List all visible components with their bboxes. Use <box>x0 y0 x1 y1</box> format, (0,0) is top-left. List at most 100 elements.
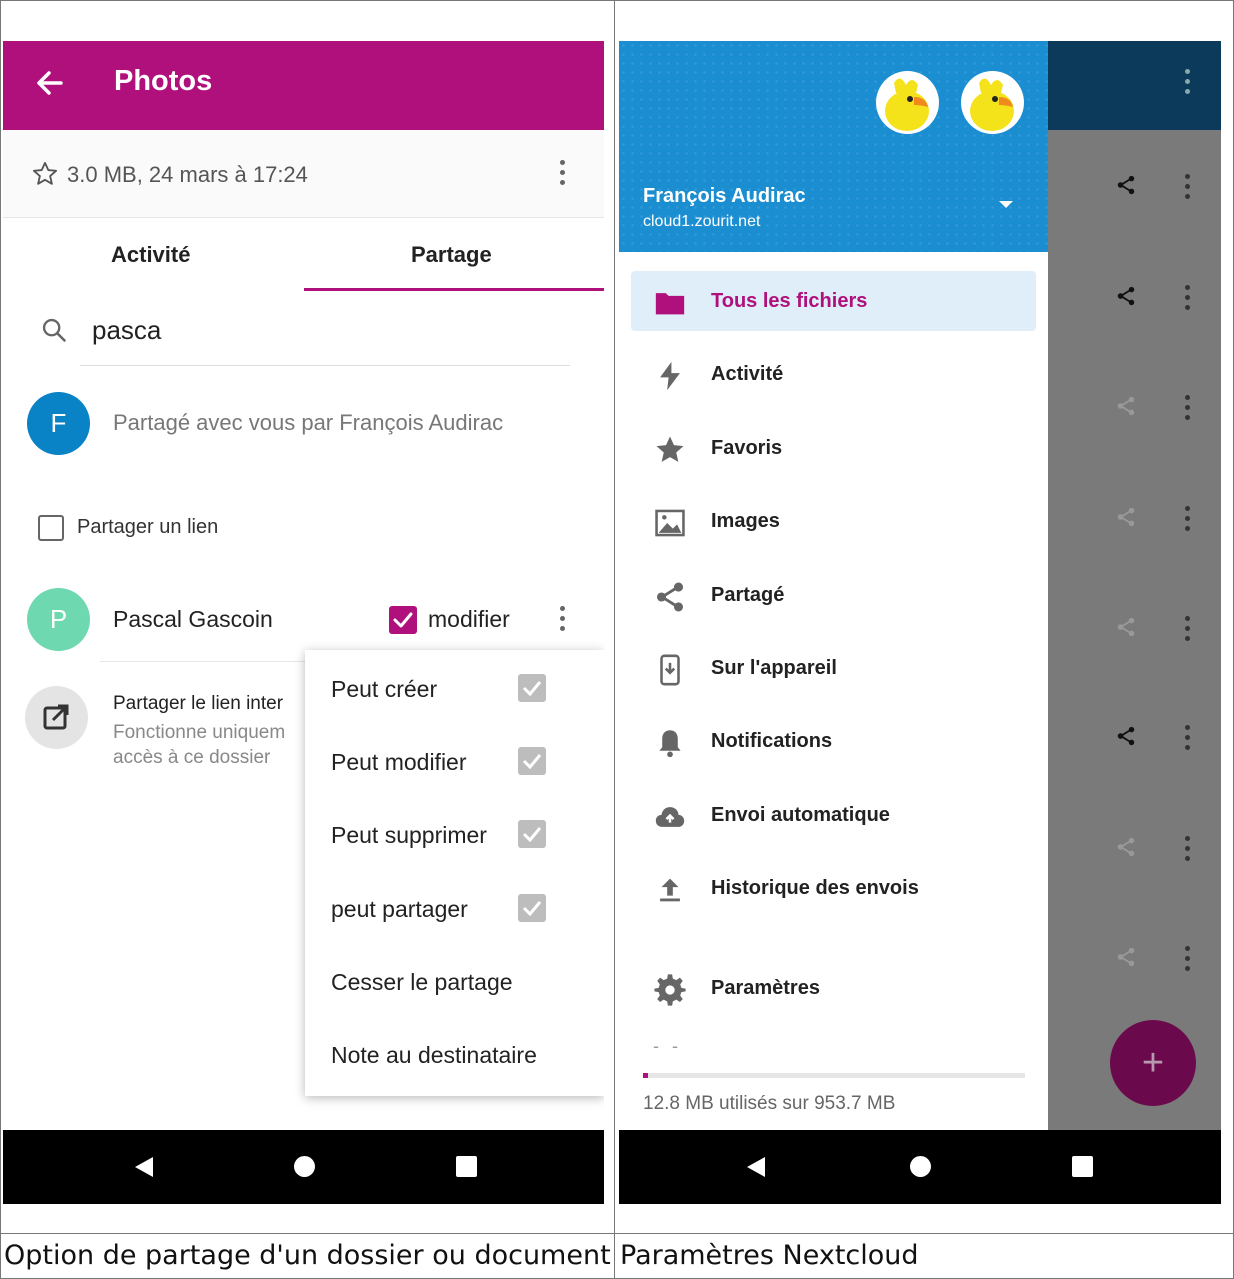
cloud-upload-icon <box>653 800 687 834</box>
folder-icon <box>653 286 687 320</box>
quota-text: 12.8 MB utilisés sur 953.7 MB <box>643 1093 896 1114</box>
nav-home-icon[interactable] <box>294 1156 315 1177</box>
user-more-options-icon[interactable] <box>558 606 566 636</box>
device-icon <box>653 653 687 687</box>
menu-item-can-delete[interactable]: Peut supprimer <box>331 822 487 849</box>
drawer-separator: - - <box>653 1036 682 1056</box>
left-phone-screen: Photos 3.0 MB, 24 mars à 17:24 Activité … <box>3 41 604 1204</box>
drawer-item-upload-history[interactable]: Historique des envois <box>711 877 919 900</box>
tab-partage[interactable]: Partage <box>411 242 492 268</box>
drawer-item-all-files[interactable]: Tous les fichiers <box>711 290 867 313</box>
image-icon <box>653 506 687 540</box>
page-title: Photos <box>114 65 213 97</box>
quota-bar <box>643 1073 1025 1078</box>
external-link-subtitle-2: accès à ce dossier <box>113 747 271 768</box>
edit-permission-label[interactable]: modifier <box>428 606 510 633</box>
account-avatar-secondary[interactable] <box>961 71 1024 134</box>
more-options-icon <box>1183 836 1191 866</box>
drawer-item-auto-upload[interactable]: Envoi automatique <box>711 804 890 827</box>
back-arrow-icon[interactable] <box>31 63 67 103</box>
nav-recent-icon[interactable] <box>456 1156 477 1177</box>
caption-left: Option de partage d'un dossier ou docume… <box>4 1240 611 1271</box>
external-link-title[interactable]: Partager le lien inter <box>113 693 283 715</box>
edit-permission-checkbox[interactable] <box>389 606 417 634</box>
quota-bar-fill <box>643 1073 648 1078</box>
nav-recent-icon[interactable] <box>1072 1156 1093 1177</box>
navigation-drawer: François Audirac cloud1.zourit.net Tous … <box>619 41 1048 1130</box>
star-icon <box>653 433 687 467</box>
share-icon <box>1115 616 1137 643</box>
account-name[interactable]: François Audirac <box>643 185 806 208</box>
account-avatar[interactable] <box>876 71 939 134</box>
tab-activite[interactable]: Activité <box>111 242 190 268</box>
external-link-subtitle: Fonctionne uniquem <box>113 722 286 743</box>
chevron-down-icon[interactable] <box>999 201 1013 208</box>
search-input[interactable]: pasca <box>92 315 161 346</box>
gear-icon <box>653 973 687 1007</box>
shared-by-text: Partagé avec vous par François Audirac <box>113 410 504 435</box>
can-delete-checkbox[interactable] <box>518 820 546 848</box>
search-underline <box>80 365 570 366</box>
more-options-icon <box>1183 395 1191 425</box>
share-icon <box>1115 285 1137 312</box>
nav-back-icon[interactable] <box>135 1157 153 1177</box>
lightning-icon <box>653 359 687 393</box>
drawer-header: François Audirac cloud1.zourit.net <box>619 41 1048 252</box>
share-icon <box>1115 725 1137 752</box>
drawer-item-images[interactable]: Images <box>711 510 780 533</box>
account-server: cloud1.zourit.net <box>643 213 761 230</box>
app-bar: Photos <box>3 41 604 130</box>
menu-item-can-edit[interactable]: Peut modifier <box>331 749 467 776</box>
share-icon <box>1115 946 1137 973</box>
star-outline-icon[interactable] <box>31 160 59 193</box>
share-icon <box>653 580 687 614</box>
menu-item-can-share[interactable]: peut partager <box>331 896 468 923</box>
share-icon <box>1115 395 1137 422</box>
add-fab-button[interactable]: + <box>1110 1020 1196 1106</box>
file-meta-bar: 3.0 MB, 24 mars à 17:24 <box>3 130 604 218</box>
active-tab-indicator <box>304 288 604 291</box>
can-create-checkbox[interactable] <box>518 674 546 702</box>
share-user-name: Pascal Gascoin <box>113 606 273 632</box>
upload-icon <box>653 873 687 907</box>
more-options-icon <box>1183 725 1191 755</box>
more-options-icon[interactable] <box>558 160 566 190</box>
search-icon <box>40 316 68 349</box>
nav-back-icon[interactable] <box>747 1157 765 1177</box>
can-share-checkbox[interactable] <box>518 894 546 922</box>
share-link-checkbox[interactable] <box>38 515 64 541</box>
bell-icon <box>653 726 687 760</box>
right-phone-screen: + François Audirac cloud1.zourit.net Tou… <box>619 41 1221 1204</box>
drawer-item-activity[interactable]: Activité <box>711 363 783 386</box>
can-edit-checkbox[interactable] <box>518 747 546 775</box>
drawer-item-notifications[interactable]: Notifications <box>711 730 832 753</box>
more-options-icon <box>1183 506 1191 536</box>
menu-item-unshare[interactable]: Cesser le partage <box>331 969 513 996</box>
file-meta-text: 3.0 MB, 24 mars à 17:24 <box>67 162 308 187</box>
share-link-label[interactable]: Partager un lien <box>77 516 218 539</box>
more-options-icon <box>1183 616 1191 646</box>
share-icon <box>1115 174 1137 201</box>
more-options-icon <box>1183 946 1191 976</box>
drawer-item-shared[interactable]: Partagé <box>711 584 784 607</box>
share-icon <box>1115 506 1137 533</box>
more-options-icon <box>1183 285 1191 315</box>
android-nav-bar <box>619 1130 1221 1204</box>
android-nav-bar <box>3 1130 604 1204</box>
drawer-item-on-device[interactable]: Sur l'appareil <box>711 657 837 680</box>
share-icon <box>1115 836 1137 863</box>
permissions-menu: Peut créer Peut modifier Peut supprimer … <box>305 650 604 1096</box>
tab-bar: Activité Partage <box>3 218 604 292</box>
background-more-icon <box>1183 69 1191 99</box>
background-app-bar <box>1048 41 1221 130</box>
more-options-icon <box>1183 174 1191 204</box>
avatar-user: P <box>27 588 90 651</box>
menu-item-can-create[interactable]: Peut créer <box>331 676 437 703</box>
table-divider-horizontal <box>0 1233 1234 1234</box>
external-link-avatar <box>25 686 88 749</box>
avatar-owner: F <box>27 392 90 455</box>
drawer-item-settings[interactable]: Paramètres <box>711 977 820 1000</box>
drawer-item-favorites[interactable]: Favoris <box>711 437 782 460</box>
nav-home-icon[interactable] <box>910 1156 931 1177</box>
menu-item-note[interactable]: Note au destinataire <box>331 1042 537 1069</box>
